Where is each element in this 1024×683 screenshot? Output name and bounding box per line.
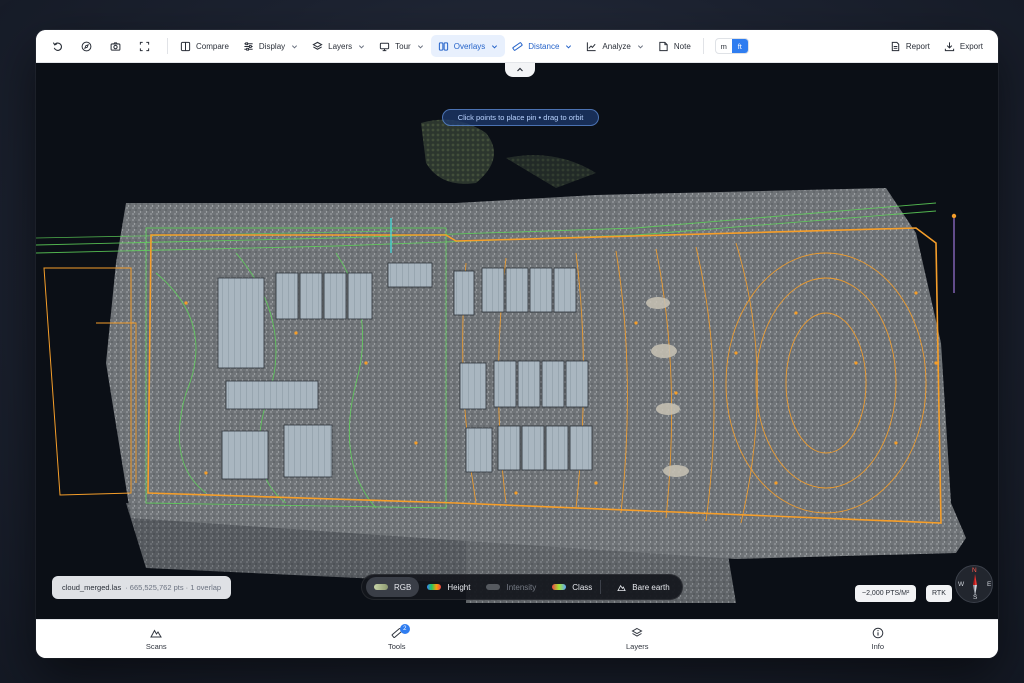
pin-marker-head bbox=[951, 213, 957, 219]
toolbar: Compare Display Layers Tour Overlays Dis… bbox=[36, 30, 998, 63]
mountain-icon bbox=[150, 629, 163, 638]
file-info-badge[interactable]: cloud_merged.las · 665,525,762 pts · 1 o… bbox=[52, 576, 232, 599]
display-button[interactable]: Display bbox=[236, 35, 305, 57]
nav-label: Info bbox=[871, 642, 884, 651]
ruler-icon bbox=[512, 41, 523, 51]
terrain-icon bbox=[617, 584, 627, 591]
export-label: Export bbox=[959, 41, 983, 51]
report-button[interactable]: Report bbox=[883, 35, 937, 57]
nav-info[interactable]: Info bbox=[758, 620, 999, 658]
export-button[interactable]: Export bbox=[937, 35, 990, 57]
intensity-swatch-icon bbox=[486, 584, 501, 590]
mode-bare-earth[interactable]: Bare earth bbox=[609, 577, 677, 597]
overlays-label: Overlays bbox=[453, 41, 486, 51]
overlays-button[interactable]: Overlays bbox=[430, 35, 506, 57]
presentation-icon bbox=[380, 42, 390, 51]
display-label: Display bbox=[258, 41, 286, 51]
tour-label: Tour bbox=[395, 41, 411, 51]
mode-rgb[interactable]: RGB bbox=[366, 577, 420, 597]
info-icon bbox=[872, 627, 884, 639]
layers-button[interactable]: Layers bbox=[305, 35, 372, 57]
divider bbox=[600, 580, 602, 594]
fit-view-icon[interactable] bbox=[133, 35, 155, 57]
sliders-icon bbox=[244, 41, 253, 51]
mode-intensity: Intensity bbox=[478, 577, 544, 597]
download-icon bbox=[944, 41, 955, 51]
mode-label: Bare earth bbox=[632, 582, 670, 592]
nav-scans[interactable]: Scans bbox=[36, 620, 277, 658]
document-icon bbox=[891, 41, 900, 51]
chart-line-icon bbox=[587, 41, 597, 51]
class-swatch-icon bbox=[552, 584, 567, 590]
mode-label: Height bbox=[447, 582, 471, 592]
compare-button[interactable]: Compare bbox=[173, 35, 236, 57]
compass-widget[interactable]: N S E W bbox=[955, 565, 993, 603]
rgb-swatch-icon bbox=[374, 584, 388, 590]
point-cloud-scene[interactable] bbox=[36, 63, 998, 619]
note-label: Note bbox=[673, 41, 691, 51]
mode-label: Intensity bbox=[506, 582, 537, 592]
divider bbox=[702, 38, 704, 54]
color-mode-selector: RGB Height Intensity Class Bare earth bbox=[361, 574, 683, 600]
compare-label: Compare bbox=[196, 41, 229, 51]
chevron-down-icon bbox=[417, 44, 423, 48]
compass-n: N bbox=[972, 567, 977, 574]
analyze-button[interactable]: Analyze bbox=[579, 35, 650, 57]
file-name: cloud_merged.las bbox=[62, 583, 122, 592]
compass-s: S bbox=[973, 594, 978, 601]
undo-icon[interactable] bbox=[46, 35, 68, 57]
unit-ft-option[interactable]: ft bbox=[731, 39, 748, 53]
unit-m-option[interactable]: m bbox=[716, 39, 732, 53]
nav-layers[interactable]: Layers bbox=[517, 620, 758, 658]
unit-toggle[interactable]: m ft bbox=[714, 38, 749, 54]
chevron-down-icon bbox=[359, 44, 365, 48]
mode-label: RGB bbox=[394, 582, 412, 592]
layers-icon bbox=[631, 627, 643, 637]
compare-icon bbox=[180, 41, 191, 51]
chevron-down-icon bbox=[566, 44, 572, 48]
nav-tools[interactable]: 2 Tools bbox=[277, 620, 518, 658]
interaction-hint: Click points to place pin • drag to orbi… bbox=[442, 109, 599, 126]
compass-e: E bbox=[987, 581, 992, 588]
chevron-down-icon bbox=[637, 44, 643, 48]
camera-icon[interactable] bbox=[104, 35, 126, 57]
nav-label: Scans bbox=[145, 642, 167, 651]
chevron-down-icon bbox=[292, 44, 298, 48]
nav-label: Layers bbox=[625, 642, 649, 651]
note-button[interactable]: Note bbox=[651, 35, 698, 57]
divider bbox=[167, 38, 168, 54]
layers-icon bbox=[312, 41, 323, 50]
distance-button[interactable]: Distance bbox=[505, 35, 579, 57]
bottom-navigation: Scans 2 Tools Layers Info bbox=[36, 619, 998, 658]
tools-count-badge: 2 bbox=[399, 624, 410, 634]
mode-height[interactable]: Height bbox=[419, 577, 478, 597]
columns-icon bbox=[438, 41, 448, 51]
tour-button[interactable]: Tour bbox=[372, 35, 431, 57]
compass-w: W bbox=[958, 581, 965, 588]
rtk-badge: RTK bbox=[926, 585, 952, 602]
distance-label: Distance bbox=[528, 41, 560, 51]
note-icon bbox=[659, 41, 668, 51]
height-swatch-icon bbox=[427, 584, 442, 590]
chevron-down-icon bbox=[492, 44, 498, 48]
analyze-label: Analyze bbox=[602, 41, 631, 51]
app-window: Compare Display Layers Tour Overlays Dis… bbox=[36, 30, 998, 658]
chevron-up-icon bbox=[517, 67, 523, 72]
point-density-badge: ~2,000 PTS/M² bbox=[855, 585, 917, 602]
point-cloud-viewport[interactable]: Click points to place pin • drag to orbi… bbox=[36, 63, 998, 619]
file-meta: · 665,525,762 pts · 1 overlap bbox=[125, 583, 222, 592]
compass-icon[interactable] bbox=[75, 35, 97, 57]
mode-label: Class bbox=[572, 582, 593, 592]
layers-label: Layers bbox=[328, 41, 353, 51]
mode-class[interactable]: Class bbox=[544, 577, 609, 597]
report-label: Report bbox=[905, 41, 930, 51]
collapse-toolbar-button[interactable] bbox=[505, 63, 535, 77]
nav-label: Tools bbox=[387, 642, 406, 651]
